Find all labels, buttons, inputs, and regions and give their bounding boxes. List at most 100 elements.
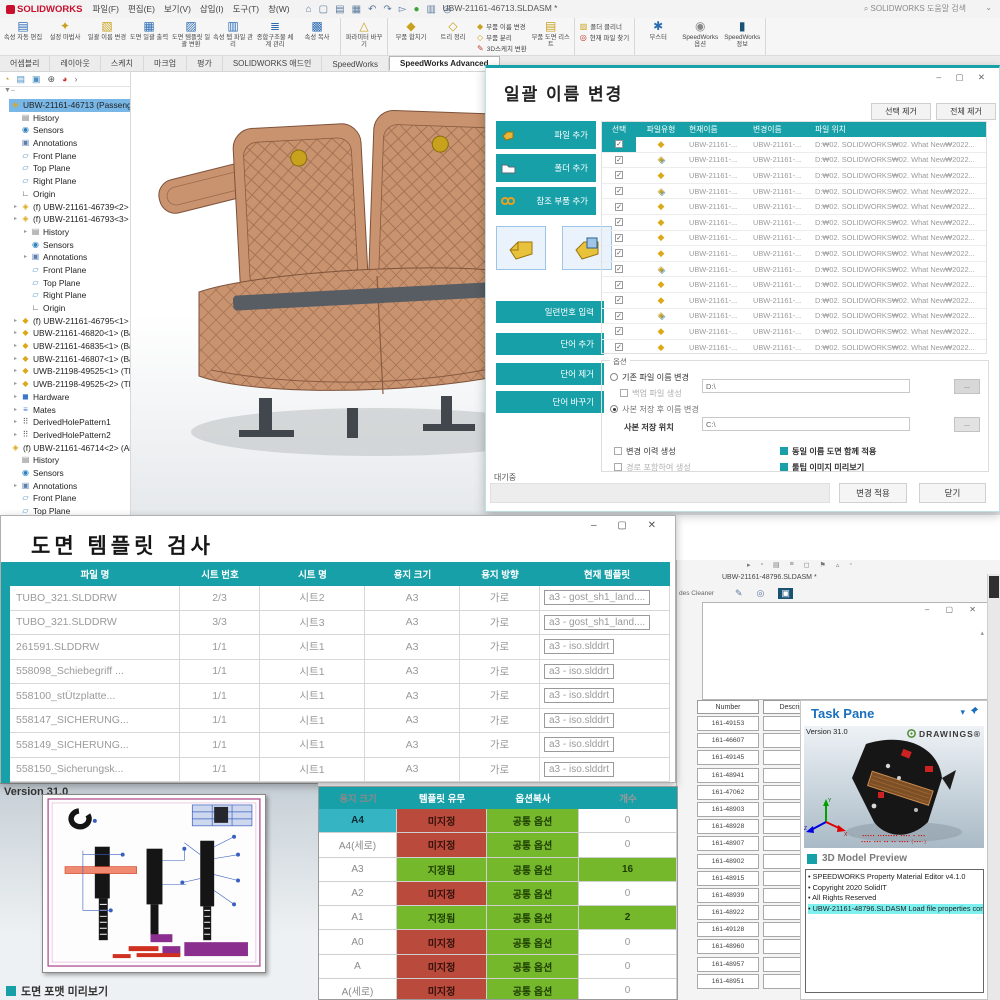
- ribbon-button[interactable]: ◆부품 합치기: [390, 19, 432, 54]
- table-row[interactable]: 558150_Sicherungsk...1/1시트1A3가로a3 - iso.…: [10, 758, 670, 783]
- table-row[interactable]: A4(세로)미지정공통 옵션0: [319, 833, 677, 857]
- menu-item[interactable]: 편집(E): [128, 3, 155, 15]
- expand-arrow-icon[interactable]: ▸: [12, 201, 19, 214]
- checkbox-icon[interactable]: ✓: [615, 156, 623, 164]
- toolbar-icon[interactable]: ▤: [773, 561, 780, 569]
- row-select-cell[interactable]: ✓: [602, 343, 636, 351]
- scroll-up-icon[interactable]: ▴: [980, 629, 984, 637]
- ribbon-button[interactable]: ▨도면 템플릿 일괄 변환: [170, 19, 212, 54]
- table-row[interactable]: 558149_SICHERUNG...1/1시트1A3가로a3 - iso.sl…: [10, 733, 670, 758]
- radio-rename-existing[interactable]: 기존 파일 이름 변경: [610, 371, 689, 383]
- copy-browse-button[interactable]: ...: [954, 417, 980, 432]
- table-row[interactable]: ✓◈UBW-21161-...UBW-21161-...D:₩02. SOLID…: [602, 153, 986, 169]
- toolbar-icon[interactable]: ▫: [761, 561, 763, 569]
- pin-icon[interactable]: [970, 706, 979, 717]
- ribbon-button[interactable]: ▮SpeedWorks 정보: [721, 19, 763, 54]
- tree-item[interactable]: ▸⠿DerivedHolePattern2: [0, 429, 130, 442]
- toolbar-icon[interactable]: ◦: [849, 561, 851, 569]
- table-row[interactable]: A2미지정공통 옵션0: [319, 882, 677, 906]
- add-reference-button[interactable]: 참조 부품 추가: [496, 187, 596, 215]
- new-file-icon[interactable]: ▢: [319, 4, 328, 15]
- expand-arrow-icon[interactable]: ▸: [12, 213, 19, 226]
- checkbox-icon[interactable]: ✓: [615, 343, 623, 351]
- ribbon-button[interactable]: ◉SpeedWorks 옵션: [679, 19, 721, 54]
- expand-arrow-icon[interactable]: ▸: [12, 340, 19, 353]
- toolbar-icon[interactable]: ◎: [757, 588, 765, 599]
- tree-item[interactable]: ▸▤History: [0, 226, 130, 239]
- template-window-controls[interactable]: – ▢ ✕: [591, 520, 665, 531]
- table-row[interactable]: ✓◆UBW-21161-...UBW-21161-...D:₩02. SOLID…: [602, 231, 986, 247]
- ribbon-button[interactable]: ▩속성 복사: [296, 19, 338, 54]
- table-row[interactable]: ✓◆UBW-21161-...UBW-21161-...D:₩02. SOLID…: [602, 137, 986, 153]
- expand-tabs-icon[interactable]: ›: [74, 74, 77, 84]
- table-row[interactable]: A1지정됨공통 옵션2: [319, 906, 677, 930]
- replace-word-button[interactable]: 단어 바꾸기: [496, 391, 604, 413]
- tree-item[interactable]: ◉Sensors: [0, 239, 130, 252]
- tab-스케치[interactable]: 스케치: [101, 56, 144, 71]
- part-mode-button[interactable]: [496, 226, 546, 270]
- radio-icon[interactable]: [610, 373, 618, 381]
- checkbox-apply-drawing[interactable]: 동일 이름 도면 함께 적용: [780, 445, 876, 457]
- expand-arrow-icon[interactable]: ▸: [22, 226, 29, 239]
- background-dialog-controls[interactable]: – ▢ ✕: [925, 605, 983, 614]
- checkbox-icon[interactable]: [614, 447, 622, 455]
- help-search[interactable]: ⌕ SOLIDWORKS 도움말 검색: [864, 3, 966, 14]
- checkbox-icon[interactable]: [620, 389, 628, 397]
- table-row[interactable]: A4미지정공통 옵션0: [319, 809, 677, 833]
- table-row[interactable]: ✓◈UBW-21161-...UBW-21161-...D:₩02. SOLID…: [602, 309, 986, 325]
- table-row[interactable]: A0미지정공통 옵션0: [319, 930, 677, 954]
- table-row[interactable]: ✓◆UBW-21161-...UBW-21161-...D:₩02. SOLID…: [602, 246, 986, 262]
- tab-speedworks-advanced[interactable]: SpeedWorks Advanced: [389, 56, 499, 71]
- toolbar-icon[interactable]: ▸: [747, 561, 751, 569]
- toolbar-icon[interactable]: ◻: [804, 561, 810, 569]
- toolbar-icon[interactable]: ≡: [790, 561, 794, 569]
- ribbon-button[interactable]: ▥속성 탭 파일 관리: [212, 19, 254, 54]
- tree-item[interactable]: ▸≡Mates: [0, 404, 130, 417]
- featuremanager-tab-icon[interactable]: ◔: [4, 74, 9, 84]
- tree-item[interactable]: ▸▣Annotations: [0, 480, 130, 493]
- remove-word-button[interactable]: 단어 제거: [496, 363, 604, 385]
- menu-item[interactable]: 창(W): [268, 3, 290, 15]
- tab-어셈블리[interactable]: 어셈블리: [0, 56, 50, 71]
- backup-path-input[interactable]: [702, 379, 910, 393]
- add-folder-button[interactable]: 폴더 추가: [496, 154, 596, 182]
- scrollbar-thumb[interactable]: [989, 576, 999, 598]
- remove-selected-button[interactable]: 선택 제거: [871, 103, 931, 120]
- table-row[interactable]: ✓◆UBW-21161-...UBW-21161-...D:₩02. SOLID…: [602, 215, 986, 231]
- expand-arrow-icon[interactable]: ▸: [12, 480, 19, 493]
- menu-item[interactable]: 삽입(I): [200, 3, 224, 15]
- checkbox-icon[interactable]: ✓: [615, 203, 623, 211]
- chevron-down-icon[interactable]: ▾: [960, 707, 965, 718]
- display-manager-tab-icon[interactable]: ◕: [62, 74, 67, 84]
- row-select-cell[interactable]: ✓: [602, 203, 636, 211]
- ribbon-button[interactable]: ✱부스터: [637, 19, 679, 54]
- tree-item[interactable]: ▤History: [0, 454, 130, 467]
- table-row[interactable]: A미지정공통 옵션0: [319, 955, 677, 979]
- toolbar-icon[interactable]: ✎: [735, 588, 743, 599]
- row-select-cell[interactable]: ✓: [602, 137, 636, 152]
- row-select-cell[interactable]: ✓: [602, 296, 636, 304]
- checkbox-icon[interactable]: ✓: [615, 265, 623, 273]
- ribbon-button[interactable]: ◆부품 이름 변경: [477, 21, 527, 31]
- add-file-button[interactable]: 파일 추가: [496, 121, 596, 149]
- expand-arrow-icon[interactable]: ▸: [12, 404, 19, 417]
- expand-arrow-icon[interactable]: ▸: [12, 327, 19, 340]
- tree-item[interactable]: ◈UBW-21161-46713 (Passenger Seats: [0, 99, 130, 112]
- ribbon-button[interactable]: ▨폴더 클리너: [580, 21, 629, 31]
- open-file-icon[interactable]: ▤: [335, 4, 344, 15]
- tree-item[interactable]: ▸◆(f) UBW-21161-46795<1> (: [0, 315, 130, 328]
- expand-arrow-icon[interactable]: ▸: [12, 429, 19, 442]
- ribbon-button[interactable]: ✦설정 마법사: [44, 19, 86, 54]
- ribbon-button[interactable]: ≣종합구조물 체계 관리: [254, 19, 296, 54]
- dimxpert-tab-icon[interactable]: ⊕: [47, 74, 55, 85]
- checkbox-icon[interactable]: ✓: [615, 218, 623, 226]
- table-row[interactable]: 558098_Schiebegriff ...1/1시트1A3가로a3 - is…: [10, 660, 670, 685]
- tree-item[interactable]: ▸◈(f) UBW-21161-46793<3> (Back: [0, 213, 130, 226]
- toolbar-icon[interactable]: ▣: [778, 588, 793, 599]
- table-row[interactable]: A(세로)미지정공통 옵션0: [319, 979, 677, 1000]
- ribbon-button[interactable]: ✎3D스케치 변환: [477, 43, 527, 53]
- tree-item[interactable]: ▱Top Plane: [0, 277, 130, 290]
- ribbon-button[interactable]: ▦도면 일괄 출력: [128, 19, 170, 54]
- ribbon-button[interactable]: △파라미터 바꾸기: [343, 19, 385, 54]
- checkbox-icon[interactable]: [614, 463, 622, 471]
